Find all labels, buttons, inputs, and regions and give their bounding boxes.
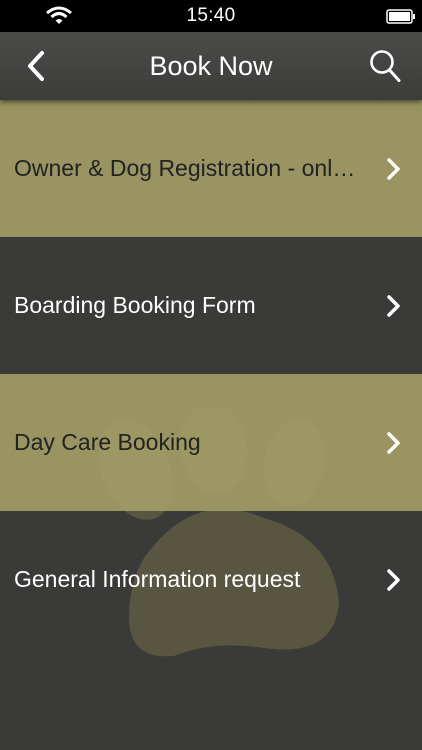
menu-item-boarding-booking-form[interactable]: Boarding Booking Form [0,237,422,374]
menu-item-label: Day Care Booking [14,429,201,455]
search-icon [370,50,401,82]
menu-item-label: Boarding Booking Form [14,292,256,318]
navigation-bar: Book Now [0,32,422,100]
menu-item-owner-dog-registration[interactable]: Owner & Dog Registration - only… [0,100,422,237]
search-button[interactable] [368,48,402,84]
battery-icon [386,9,415,24]
wifi-icon [46,6,72,24]
menu-list: Owner & Dog Registration - only… Boardin… [0,100,422,750]
status-time: 15:40 [186,5,236,26]
status-bar: 15:40 [0,0,422,32]
chevron-right-icon [387,431,400,454]
page-title: Book Now [149,50,273,81]
menu-item-label: General Information request [14,566,301,592]
chevron-right-icon [387,157,400,180]
chevron-right-icon [387,294,400,317]
menu-item-general-information-request[interactable]: General Information request [0,511,422,648]
menu-item-label: Owner & Dog Registration - only… [14,155,362,181]
chevron-right-icon [387,568,400,591]
menu-item-day-care-booking[interactable]: Day Care Booking [0,374,422,511]
